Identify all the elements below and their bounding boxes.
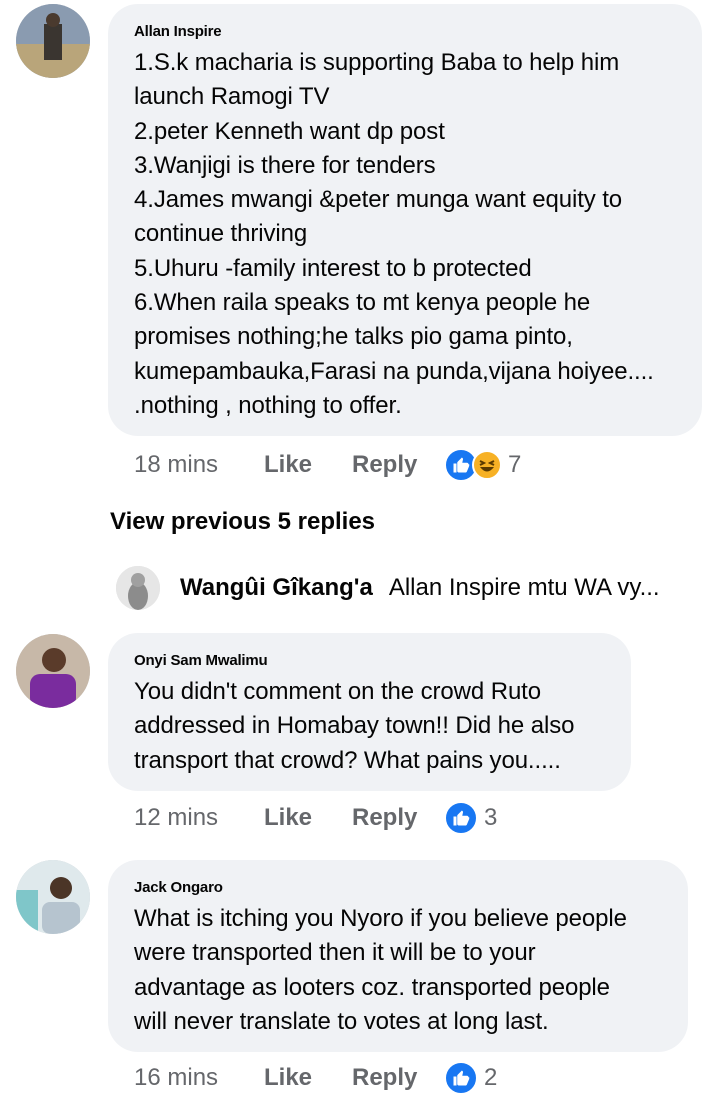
- comment-line: What is itching you Nyoro if you believe…: [134, 905, 627, 932]
- comment-timestamp[interactable]: 16 mins: [134, 1064, 264, 1092]
- comment-line: promises nothing;he talks pio gama pinto…: [134, 323, 573, 351]
- comment-line: continue thriving: [134, 220, 308, 248]
- comment-timestamp[interactable]: 18 mins: [134, 451, 264, 479]
- comment-bubble: Allan Inspire 1.S.k macharia is supporti…: [108, 4, 702, 436]
- comment-author[interactable]: Allan Inspire: [134, 22, 676, 42]
- comment-line: 1.S.k macharia is supporting Baba to hel…: [134, 49, 620, 76]
- comment-meta: 12 mins Like Reply 3: [134, 801, 497, 835]
- comment-line: advantage as looters coz. transported pe…: [134, 973, 610, 1001]
- comment-author[interactable]: Jack Ongaro: [134, 878, 662, 898]
- comment-line: 3.Wanjigi is there for tenders: [134, 151, 436, 179]
- reply-snippet: Allan Inspire mtu WA vy...: [388, 574, 660, 601]
- comment-line: 2.peter Kenneth want dp post: [134, 117, 445, 145]
- reaction-count: 3: [484, 804, 498, 831]
- comment-bubble: Jack Ongaro What is itching you Nyoro if…: [108, 860, 688, 1052]
- reaction-count: 2: [484, 1064, 498, 1091]
- comment-line: 5.Uhuru -family interest to b protected: [134, 254, 532, 282]
- reaction-summary[interactable]: 7: [444, 448, 521, 482]
- comment-bubble: Onyi Sam Mwalimu You didn't comment on t…: [108, 633, 631, 791]
- comment-line: You didn't comment on the crowd Ruto: [134, 678, 542, 705]
- comment-line: 4.James mwangi &peter munga want equity …: [134, 186, 623, 214]
- reply-preview[interactable]: Wangûi Gîkang'a Allan Inspire mtu WA vy.…: [116, 565, 660, 611]
- avatar-allan-inspire[interactable]: [16, 4, 90, 78]
- avatar-jack-ongaro[interactable]: [16, 860, 90, 934]
- comment-line: launch Ramogi TV: [134, 83, 330, 111]
- comment-line: 6.When raila speaks to mt kenya people h…: [134, 289, 591, 317]
- like-icon: [444, 1061, 478, 1095]
- like-icon: [444, 801, 478, 835]
- reaction-count: 7: [508, 451, 522, 478]
- comment-line: .nothing , nothing to offer.: [134, 391, 402, 419]
- avatar-onyi-sam-mwalimu[interactable]: [16, 634, 90, 708]
- reply-author[interactable]: Wangûi Gîkang'a: [180, 574, 373, 602]
- haha-icon: [472, 450, 502, 480]
- comment-timestamp[interactable]: 12 mins: [134, 804, 264, 832]
- reaction-summary[interactable]: 2: [444, 1061, 497, 1095]
- view-previous-replies-link[interactable]: View previous 5 replies: [110, 508, 375, 536]
- like-button[interactable]: Like: [264, 804, 352, 832]
- reply-button[interactable]: Reply: [352, 804, 444, 832]
- reply-button[interactable]: Reply: [352, 1064, 444, 1092]
- comment-author[interactable]: Onyi Sam Mwalimu: [134, 651, 605, 671]
- comment-line: kumepambauka,Farasi na punda,vijana hoiy…: [134, 357, 654, 385]
- like-button[interactable]: Like: [264, 451, 352, 479]
- comment-meta: 18 mins Like Reply 7: [134, 448, 521, 482]
- comment-line: will never translate to votes at long la…: [134, 1007, 549, 1035]
- avatar-wangui[interactable]: [116, 566, 160, 610]
- reply-button[interactable]: Reply: [352, 451, 444, 479]
- comment-line: addressed in Homabay town!! Did he also: [134, 712, 575, 740]
- reaction-summary[interactable]: 3: [444, 801, 497, 835]
- comment-line: transport that crowd? What pains you....…: [134, 746, 561, 774]
- comment-meta: 16 mins Like Reply 2: [134, 1061, 497, 1095]
- like-button[interactable]: Like: [264, 1064, 352, 1092]
- comment-line: were transported then it will be to your: [134, 939, 536, 967]
